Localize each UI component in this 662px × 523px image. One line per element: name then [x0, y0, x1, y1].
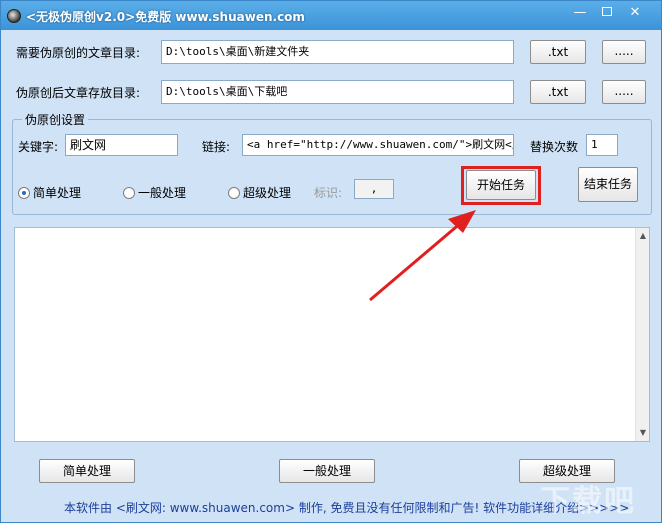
replace-count-label: 替换次数 [530, 140, 579, 154]
replace-count-input[interactable]: 1 [586, 134, 618, 156]
scroll-down-icon[interactable]: ▼ [637, 427, 649, 439]
close-icon[interactable]: ✕ [622, 4, 648, 24]
radio-super-indicator [228, 187, 240, 199]
radio-super-label: 超级处理 [243, 186, 292, 200]
minimize-icon[interactable]: — [567, 4, 593, 24]
link-label: 链接: [202, 140, 231, 154]
stop-task-button[interactable]: 结束任务 [578, 167, 638, 202]
output-scrollbar[interactable]: ▲ ▼ [635, 228, 649, 441]
link-input[interactable]: <a href="http://www.shuawen.com/">刷文网</a… [242, 134, 514, 156]
source-browse-button[interactable]: ..... [602, 40, 646, 64]
radio-super[interactable]: 超级处理 [228, 184, 291, 201]
source-dir-label: 需要伪原创的文章目录: [16, 46, 141, 60]
start-button-highlight-box [461, 166, 541, 205]
marker-label: 标识: [314, 186, 343, 200]
settings-group-title: 伪原创设置 [22, 111, 89, 128]
title-bar[interactable]: <无极伪原创v2.0>免费版 www.shuawen.com — ✕ [1, 1, 661, 31]
radio-simple-indicator [18, 187, 30, 199]
window-title: <无极伪原创v2.0>免费版 www.shuawen.com [26, 10, 305, 24]
watermark-logo: 下载吧 [540, 484, 636, 519]
bottom-simple-button[interactable]: 简单处理 [39, 459, 135, 483]
bottom-normal-button[interactable]: 一般处理 [279, 459, 375, 483]
keyword-input[interactable]: 刷文网 [65, 134, 178, 156]
marker-input[interactable]: , [354, 179, 394, 199]
target-ext-button[interactable]: .txt [530, 80, 586, 104]
radio-simple-label: 简单处理 [33, 186, 82, 200]
app-icon [7, 9, 21, 23]
radio-simple[interactable]: 简单处理 [18, 184, 81, 201]
output-textarea[interactable]: ▲ ▼ [14, 227, 650, 442]
maximize-icon[interactable] [594, 4, 620, 24]
keyword-label: 关键字: [18, 140, 59, 154]
target-browse-button[interactable]: ..... [602, 80, 646, 104]
radio-normal[interactable]: 一般处理 [123, 184, 186, 201]
scroll-up-icon[interactable]: ▲ [637, 230, 649, 242]
source-dir-input[interactable]: D:\tools\桌面\新建文件夹 [161, 40, 514, 64]
radio-normal-indicator [123, 187, 135, 199]
source-ext-button[interactable]: .txt [530, 40, 586, 64]
target-dir-label: 伪原创后文章存放目录: [16, 86, 141, 100]
radio-normal-label: 一般处理 [138, 186, 187, 200]
target-dir-input[interactable]: D:\tools\桌面\下载吧 [161, 80, 514, 104]
